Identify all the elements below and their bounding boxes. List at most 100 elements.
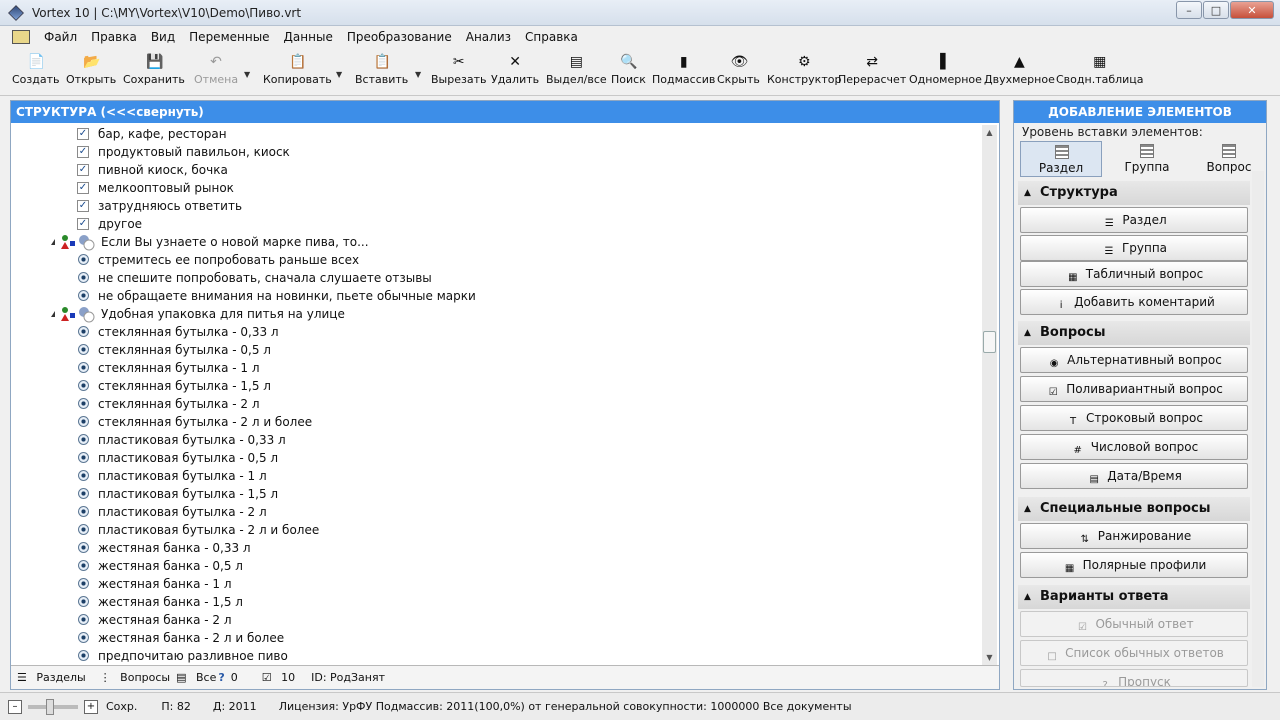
folder-open-icon[interactable] [12, 30, 30, 44]
subarray-button[interactable]: ▮ Подмассив [652, 52, 715, 86]
hide-button[interactable]: 👁 Скрыть [717, 52, 760, 86]
radio-icon[interactable] [78, 524, 89, 535]
answer-row[interactable]: стремитесь ее попробовать раньше всех [21, 251, 971, 269]
cut-button[interactable]: ✂ Вырезать [431, 52, 486, 86]
skip-button[interactable]: ? Пропуск [1020, 669, 1248, 687]
add-panel-scrollbar[interactable] [1252, 171, 1264, 687]
answer-row[interactable]: пластиковая бутылка - 2 л и более [21, 521, 971, 539]
answer-row[interactable]: жестяная банка - 1 л [21, 575, 971, 593]
checkbox-icon[interactable]: ✓ [77, 218, 89, 230]
answer-row[interactable]: ✓ продуктовый павильон, киоск [21, 143, 971, 161]
create-button[interactable]: 📄 Создать [12, 52, 60, 86]
question-row[interactable]: Если Вы узнаете о новой марке пива, то..… [21, 233, 971, 251]
close-button[interactable]: ✕ [1230, 1, 1274, 19]
paste-dropdown-icon[interactable]: ▼ [415, 70, 421, 79]
answer-list-button[interactable]: □ Список обычных ответов [1020, 640, 1248, 666]
constructor-button[interactable]: ⚙ Конструктор [767, 52, 841, 86]
checkbox-icon[interactable]: ✓ [77, 182, 89, 194]
menu-help[interactable]: Справка [525, 30, 578, 44]
number-question-button[interactable]: # Числовой вопрос [1020, 434, 1248, 460]
select-all-button[interactable]: ▤ Выдел/все [546, 52, 607, 86]
paste-button[interactable]: 📋 Вставить [355, 52, 408, 86]
radio-icon[interactable] [78, 632, 89, 643]
menu-variables[interactable]: Переменные [189, 30, 269, 44]
save-button[interactable]: 💾 Сохранить [123, 52, 185, 86]
radio-icon[interactable] [78, 650, 89, 661]
answer-row[interactable]: ✓ мелкооптовый рынок [21, 179, 971, 197]
search-button[interactable]: 🔍 Поиск [611, 52, 646, 86]
multi-question-button[interactable]: ☑ Поливариантный вопрос [1020, 376, 1248, 402]
answer-row[interactable]: не обращаете внимания на новинки, пьете … [21, 287, 971, 305]
delete-button[interactable]: ✕ Удалить [491, 52, 539, 86]
menu-edit[interactable]: Правка [91, 30, 137, 44]
menu-transform[interactable]: Преобразование [347, 30, 452, 44]
radio-icon[interactable] [78, 560, 89, 571]
string-question-button[interactable]: T Строковый вопрос [1020, 405, 1248, 431]
answer-row[interactable]: жестяная банка - 0,5 л [21, 557, 971, 575]
zoom-slider-handle[interactable] [46, 698, 54, 715]
add-group-button[interactable]: ☰ Группа [1020, 235, 1248, 261]
open-button[interactable]: 📂 Открыть [66, 52, 116, 86]
polar-profiles-button[interactable]: ▦ Полярные профили [1020, 552, 1248, 578]
question-row[interactable]: Удобная упаковка для питья на улице [21, 305, 971, 323]
menu-data[interactable]: Данные [284, 30, 333, 44]
scroll-up-icon[interactable]: ▲ [982, 125, 997, 140]
zoom-slider[interactable] [28, 698, 78, 715]
answer-row[interactable]: ✓ пивной киоск, бочка [21, 161, 971, 179]
pivot-button[interactable]: ▦ Сводн.таблица [1056, 52, 1144, 86]
copy-dropdown-icon[interactable]: ▼ [336, 70, 342, 79]
add-comment-button[interactable]: i Добавить коментарий [1020, 289, 1248, 315]
radio-icon[interactable] [78, 470, 89, 481]
answer-row[interactable]: пластиковая бутылка - 0,5 л [21, 449, 971, 467]
radio-icon[interactable] [78, 614, 89, 625]
sections-toggle[interactable]: ☰ Разделы [17, 671, 86, 684]
radio-icon[interactable] [78, 452, 89, 463]
answer-row[interactable]: ✓ затрудняюсь ответить [21, 197, 971, 215]
radio-icon[interactable] [78, 380, 89, 391]
section-special[interactable]: ▲ Специальные вопросы [1018, 497, 1250, 521]
count-checkbox[interactable]: ☑ 10 [262, 671, 295, 684]
scroll-thumb[interactable] [983, 331, 996, 353]
answer-row[interactable]: жестяная банка - 2 л [21, 611, 971, 629]
radio-icon[interactable] [78, 488, 89, 499]
answer-row[interactable]: стеклянная бутылка - 1 л [21, 359, 971, 377]
section-answers[interactable]: ▲ Варианты ответа [1018, 585, 1250, 609]
radio-icon[interactable] [78, 398, 89, 409]
undo-dropdown-icon[interactable]: ▼ [244, 70, 250, 79]
help-counter[interactable]: ? 0 [218, 671, 237, 684]
radio-icon[interactable] [78, 326, 89, 337]
add-section-button[interactable]: ☰ Раздел [1020, 207, 1248, 233]
ranking-button[interactable]: ⇅ Ранжирование [1020, 523, 1248, 549]
answer-row[interactable]: пластиковая бутылка - 1 л [21, 467, 971, 485]
answer-row[interactable]: стеклянная бутылка - 2 л и более [21, 413, 971, 431]
answer-row[interactable]: стеклянная бутылка - 1,5 л [21, 377, 971, 395]
add-table-question-button[interactable]: ▦ Табличный вопрос [1020, 261, 1248, 287]
section-questions[interactable]: ▲ Вопросы [1018, 321, 1250, 345]
radio-icon[interactable] [78, 254, 89, 265]
answer-row[interactable]: жестяная банка - 2 л и более [21, 629, 971, 647]
checkbox-icon[interactable]: ✓ [77, 128, 89, 140]
level-section[interactable]: Раздел [1020, 141, 1102, 177]
radio-icon[interactable] [78, 434, 89, 445]
questions-toggle[interactable]: ⋮ Вопросы [100, 671, 170, 684]
radio-icon[interactable] [78, 362, 89, 373]
plain-answer-button[interactable]: ☑ Обычный ответ [1020, 611, 1248, 637]
answer-row[interactable]: стеклянная бутылка - 2 л [21, 395, 971, 413]
menu-view[interactable]: Вид [151, 30, 175, 44]
checkbox-icon[interactable]: ✓ [77, 164, 89, 176]
datetime-button[interactable]: ▤ Дата/Время [1020, 463, 1248, 489]
radio-icon[interactable] [78, 578, 89, 589]
menu-file[interactable]: Файл [44, 30, 77, 44]
one-dim-button[interactable]: ▌ Одномерное [909, 52, 982, 86]
answer-row[interactable]: предпочитаю разливное пиво [21, 647, 971, 663]
answer-row[interactable]: не спешите попробовать, сначала слушаете… [21, 269, 971, 287]
radio-icon[interactable] [78, 542, 89, 553]
answer-row[interactable]: пластиковая бутылка - 2 л [21, 503, 971, 521]
answer-row[interactable]: стеклянная бутылка - 0,5 л [21, 341, 971, 359]
radio-icon[interactable] [78, 344, 89, 355]
scroll-down-icon[interactable]: ▼ [982, 650, 997, 665]
answer-row[interactable]: жестяная банка - 0,33 л [21, 539, 971, 557]
section-structure[interactable]: ▲ Структура [1018, 181, 1250, 205]
all-toggle[interactable]: ▤ Все [176, 671, 216, 684]
zoom-out-button[interactable]: – [8, 699, 22, 714]
